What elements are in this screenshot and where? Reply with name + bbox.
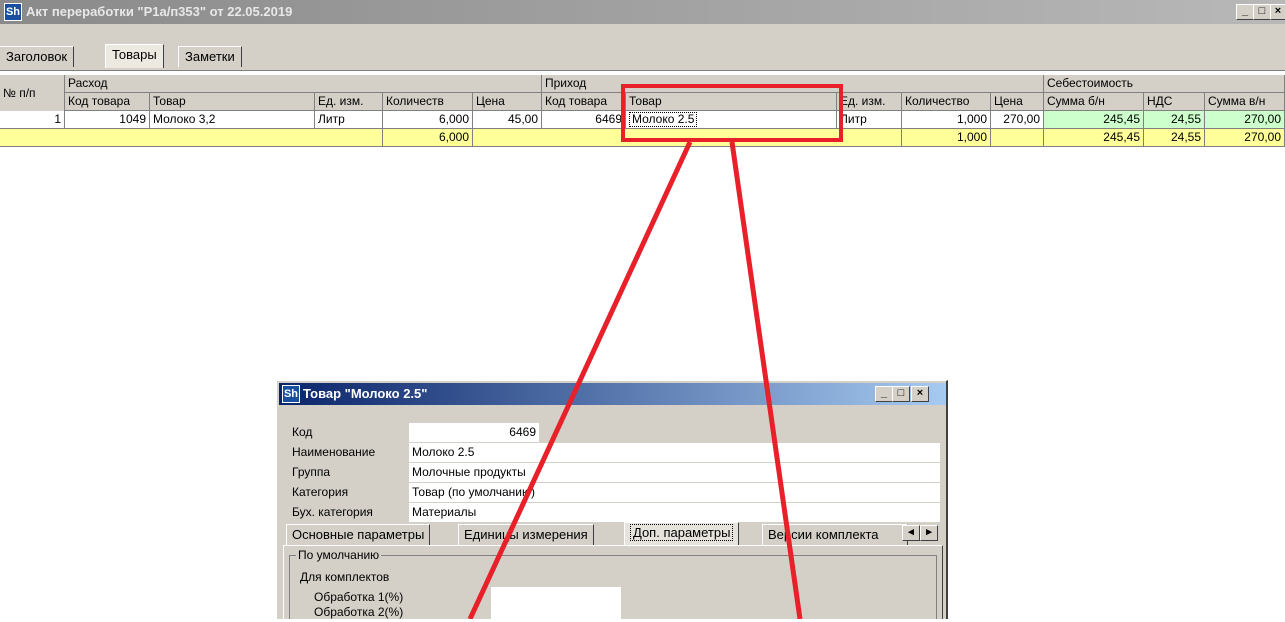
connector-line-right — [729, 141, 803, 619]
connector-line-left — [467, 140, 693, 619]
highlight-connectors — [467, 140, 803, 619]
